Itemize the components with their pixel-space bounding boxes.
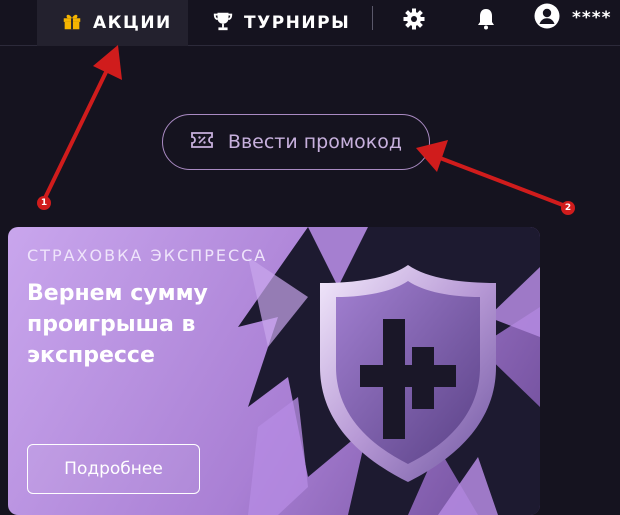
bell-icon[interactable] <box>474 7 498 31</box>
tab-promotions-label: АКЦИИ <box>93 13 172 33</box>
coupon-icon <box>190 130 214 155</box>
banner-eyebrow: СТРАХОВКА ЭКСПРЕССА <box>27 246 268 265</box>
tab-tournaments[interactable]: ТУРНИРЫ <box>212 0 362 46</box>
gear-icon[interactable] <box>402 7 426 31</box>
username: **** <box>572 8 612 28</box>
tab-tournaments-label: ТУРНИРЫ <box>244 13 351 33</box>
tab-promotions[interactable]: АКЦИИ <box>37 0 188 46</box>
enter-promo-code-label: Ввести промокод <box>227 131 403 153</box>
top-nav: АКЦИИ ТУРНИРЫ **** <box>0 0 620 46</box>
avatar-icon <box>534 3 560 33</box>
enter-promo-code-button[interactable]: Ввести промокод <box>162 114 430 170</box>
nav-divider <box>372 6 373 30</box>
gift-icon <box>61 10 83 37</box>
trophy-icon <box>212 10 234 37</box>
arrow-2 <box>416 140 569 209</box>
annotation-marker-1: 1 <box>37 196 51 210</box>
more-details-button[interactable]: Подробнее <box>27 444 200 494</box>
express-insurance-banner[interactable]: СТРАХОВКА ЭКСПРЕССА Вернем сумму проигры… <box>8 227 540 515</box>
annotation-marker-2: 2 <box>561 201 575 215</box>
banner-title: Вернем сумму проигрыша в экспрессе <box>27 281 208 368</box>
more-details-label: Подробнее <box>64 459 163 479</box>
user-menu[interactable]: **** <box>534 3 612 33</box>
shield-icon <box>320 265 496 482</box>
arrow-1 <box>42 45 122 201</box>
